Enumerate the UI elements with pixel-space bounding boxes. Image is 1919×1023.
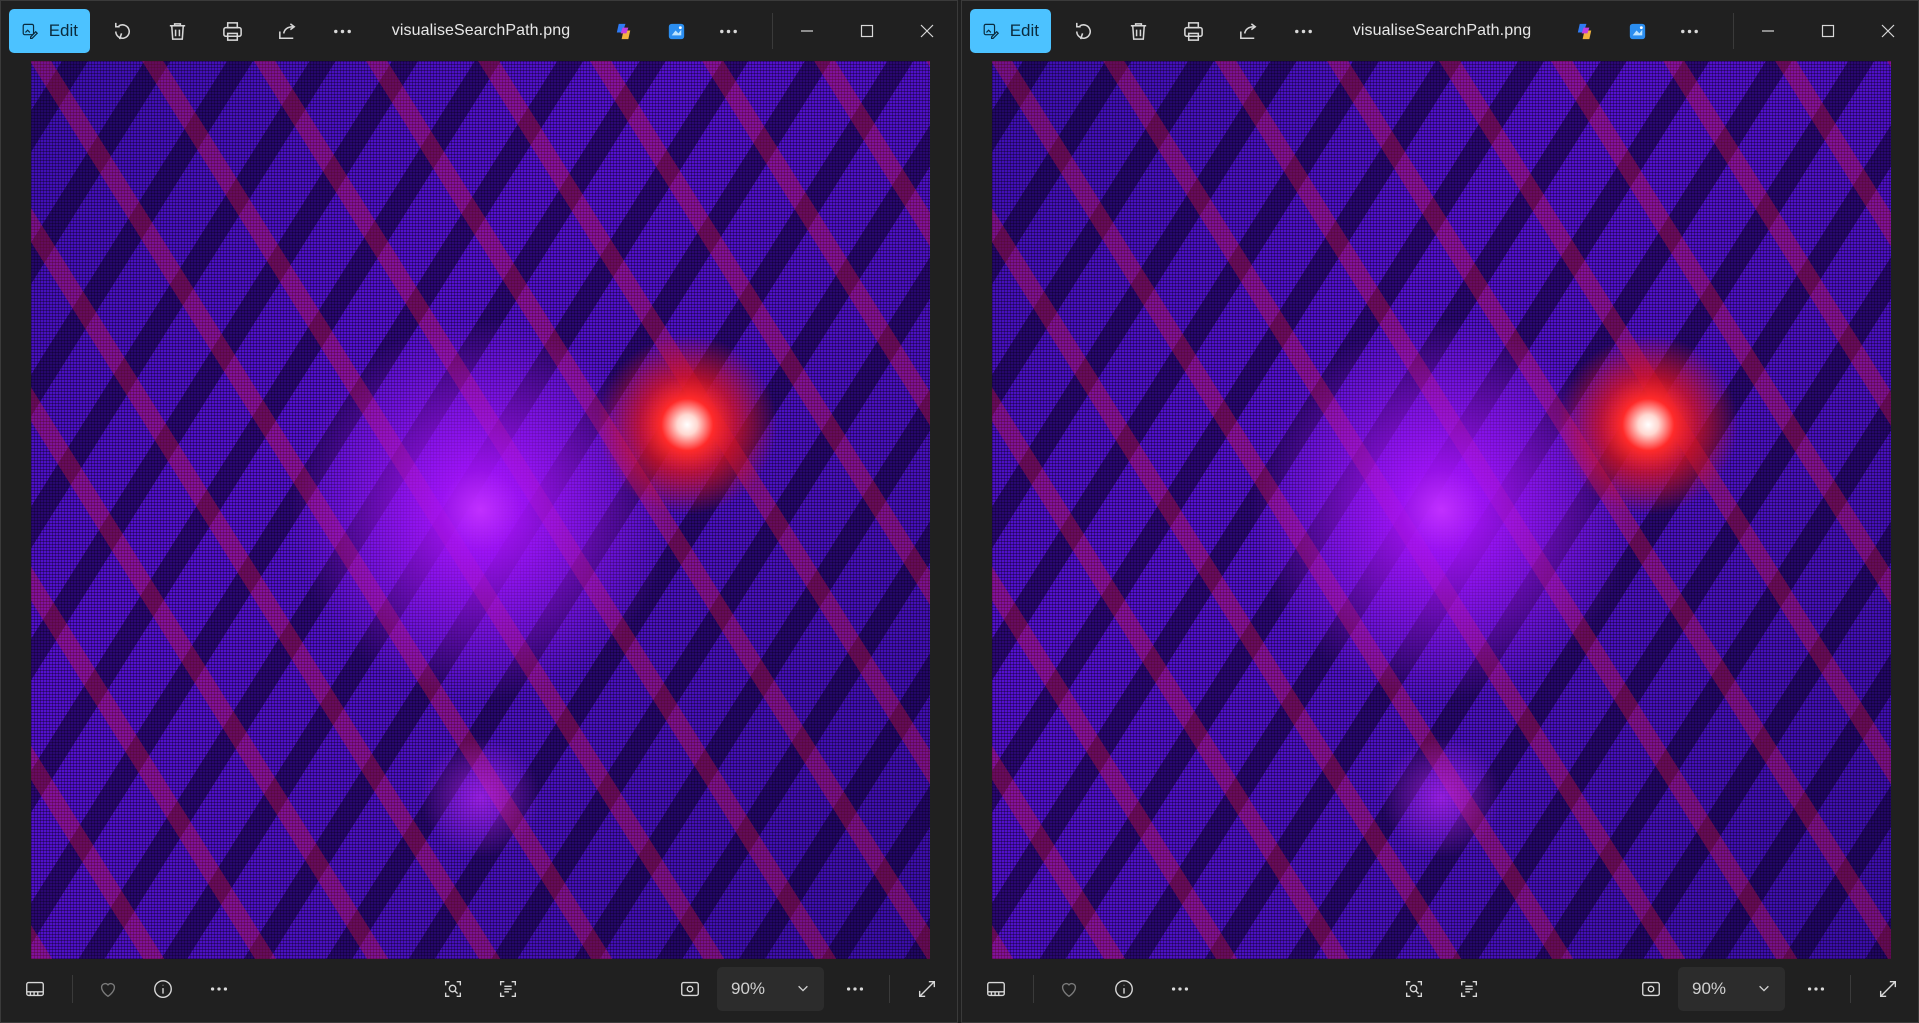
more-icon[interactable] [1794,967,1838,1011]
chevron-down-icon [1759,985,1769,992]
minimize-icon[interactable] [777,1,837,61]
bottom-separator [1033,975,1034,1003]
share-icon[interactable] [264,9,310,53]
photos-window-left: Edit visualiseSearchPath.png 90% [0,0,958,1023]
more-icon[interactable] [833,967,877,1011]
bottom-toolbar: 90% [962,957,1918,1022]
fullscreen-icon[interactable] [1866,967,1910,1011]
window-title: visualiseSearchPath.png [391,22,571,39]
toolbar-separator [772,13,773,49]
bottom-separator [1850,975,1851,1003]
edit-label: Edit [48,21,78,40]
toolbar-separator [1733,13,1734,49]
scan-text-icon[interactable] [486,967,530,1011]
top-toolbar: Edit visualiseSearchPath.png [962,1,1918,61]
designer-icon[interactable] [653,9,699,53]
bottom-separator [889,975,890,1003]
scan-text-icon[interactable] [1447,967,1491,1011]
share-icon[interactable] [1225,9,1271,53]
copilot-icon[interactable] [1562,9,1608,53]
zoom-value: 90% [1692,979,1727,998]
actual-size-icon[interactable] [1629,967,1673,1011]
close-icon[interactable] [897,1,957,61]
maximize-icon[interactable] [1798,1,1858,61]
close-icon[interactable] [1858,1,1918,61]
more-icon[interactable] [1666,9,1712,53]
maximize-icon[interactable] [837,1,897,61]
app-icons [601,9,751,53]
print-icon[interactable] [1170,9,1216,53]
edit-image-icon [22,23,39,39]
copilot-icon[interactable] [601,9,647,53]
heart-icon[interactable] [86,967,130,1011]
zoom-value: 90% [731,979,766,998]
rotate-icon[interactable] [99,9,145,53]
bottom-toolbar: 90% [1,957,957,1022]
more-icon[interactable] [705,9,751,53]
window-controls [777,1,957,61]
visual-search-icon[interactable] [431,967,475,1011]
filmstrip-icon[interactable] [974,967,1018,1011]
top-toolbar: Edit visualiseSearchPath.png [1,1,957,61]
zoom-dropdown[interactable]: 90% [717,967,824,1011]
visual-search-icon[interactable] [1392,967,1436,1011]
zoom-dropdown[interactable]: 90% [1678,967,1785,1011]
app-icons [1562,9,1712,53]
info-icon[interactable] [1102,967,1146,1011]
designer-icon[interactable] [1614,9,1660,53]
photos-window-right: Edit visualiseSearchPath.png 90% [961,0,1919,1023]
edit-image-icon [983,23,1000,39]
more-icon[interactable] [197,967,241,1011]
filmstrip-icon[interactable] [13,967,57,1011]
window-title: visualiseSearchPath.png [1352,22,1532,39]
info-icon[interactable] [141,967,185,1011]
image-canvas[interactable] [992,61,1891,959]
trash-icon[interactable] [1115,9,1161,53]
chevron-down-icon [798,985,808,992]
edit-label: Edit [1009,21,1039,40]
window-controls [1738,1,1918,61]
fullscreen-icon[interactable] [905,967,949,1011]
rotate-icon[interactable] [1060,9,1106,53]
edit-button[interactable]: Edit [970,9,1051,53]
image-canvas[interactable] [31,61,930,959]
actual-size-icon[interactable] [668,967,712,1011]
print-icon[interactable] [209,9,255,53]
more-icon[interactable] [1158,967,1202,1011]
edit-button[interactable]: Edit [9,9,90,53]
trash-icon[interactable] [154,9,200,53]
heart-icon[interactable] [1047,967,1091,1011]
minimize-icon[interactable] [1738,1,1798,61]
bottom-separator [72,975,73,1003]
